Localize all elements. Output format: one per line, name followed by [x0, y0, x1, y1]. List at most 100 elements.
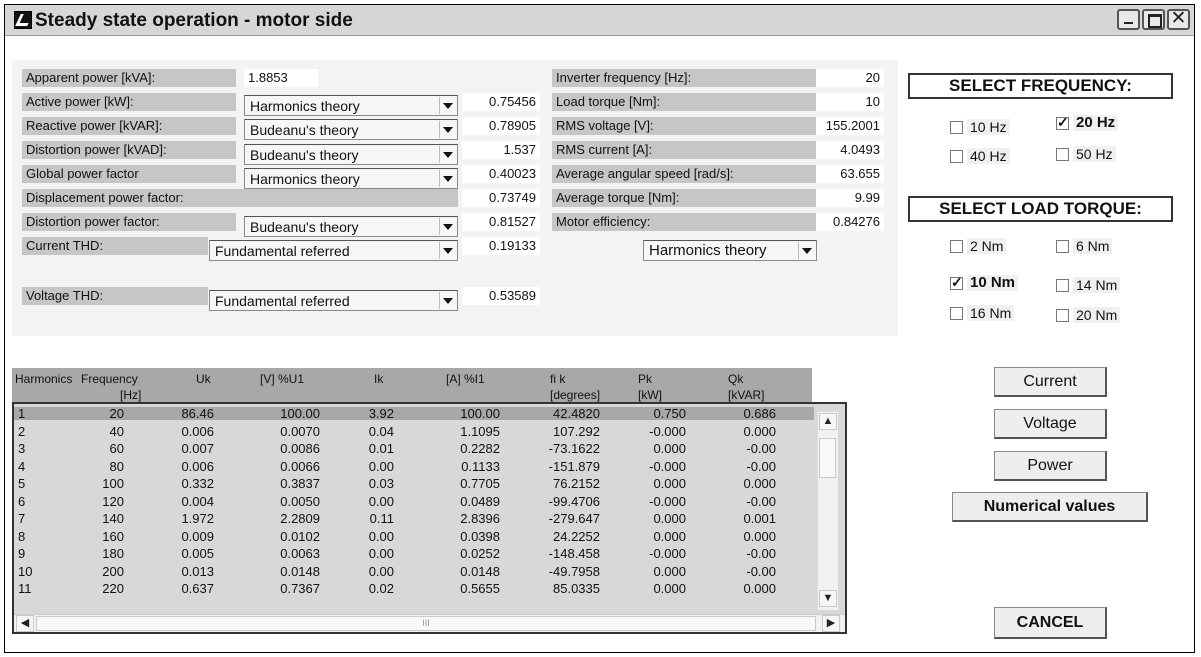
freq-40hz-checkbox[interactable] [950, 150, 963, 163]
freq-20hz-checkbox[interactable] [1056, 114, 1069, 131]
table-cell: 0.000 [653, 581, 686, 596]
select-load-torque-title: SELECT LOAD TORQUE: [908, 196, 1173, 222]
table-cell: -148.458 [548, 546, 600, 561]
torque-2nm-checkbox[interactable] [950, 240, 963, 253]
table-cell: 0.2282 [460, 441, 500, 456]
param-label: Average angular speed [rad/s]: [552, 165, 816, 183]
freq-50hz-checkbox[interactable] [1056, 148, 1069, 161]
checkbox-label: 20 Nm [1073, 307, 1121, 323]
table-row[interactable]: 5 100 0.332 0.3837 0.03 0.7705 76.2152 0.000 0.0… [14, 477, 814, 490]
table-cell: 0.7705 [460, 476, 500, 491]
scroll-left-icon[interactable]: ◀ [16, 615, 34, 632]
table-cell: 7 [18, 511, 26, 526]
table-cell: -279.647 [548, 511, 600, 526]
current-button[interactable]: Current [994, 367, 1107, 397]
table-cell: 0.0148 [280, 563, 320, 579]
table-cell: 0.013 [181, 563, 214, 579]
chevron-down-icon [439, 146, 456, 163]
power-button[interactable]: Power [994, 451, 1107, 481]
table-cell: 0.000 [743, 528, 776, 544]
table-row[interactable]: 1 20 86.46 100.00 3.92 100.00 42.4820 0.750 0.68… [14, 407, 814, 420]
apparent-power-value: 1.8853 [244, 69, 318, 87]
param-label: Current THD: [22, 237, 208, 255]
table-cell: 107.292 [553, 423, 600, 439]
table-row[interactable]: 10 200 0.013 0.0148 0.00 0.0148 -49.7958 0.000 -… [14, 565, 814, 578]
table-row[interactable]: 4 80 0.006 0.0066 0.00 0.1133 -151.879 -0.000 -0… [14, 460, 814, 473]
torque-20nm-checkbox[interactable] [1056, 309, 1069, 322]
freq-10hz-checkbox[interactable] [950, 121, 963, 134]
distortion-pf-method-select[interactable]: Budeanu's theory [244, 216, 458, 237]
table-cell: 2.8396 [460, 511, 500, 526]
distortion-power-method-select[interactable]: Budeanu's theory [244, 144, 458, 165]
global-pf-method-select[interactable]: Harmonics theory [244, 168, 458, 189]
select-frequency-title: SELECT FREQUENCY: [908, 73, 1173, 99]
scroll-down-icon[interactable]: ▼ [819, 590, 837, 607]
table-cell: 2 [18, 423, 26, 439]
table-cell: -0.00 [746, 458, 776, 474]
checkbox-label: 10 Nm [967, 275, 1019, 291]
scroll-right-icon[interactable]: ▶ [822, 615, 840, 632]
chevron-down-icon [439, 292, 456, 309]
maximize-button[interactable] [1142, 9, 1165, 30]
current-thd-method-select[interactable]: Fundamental referred [209, 240, 458, 261]
voltage-button[interactable]: Voltage [994, 409, 1107, 439]
table-cell: 0.0148 [460, 563, 500, 579]
app-icon [14, 11, 32, 29]
table-cell: 4 [18, 458, 26, 474]
table-cell: 5 [18, 476, 26, 491]
table-cell: 3.92 [368, 406, 394, 421]
scroll-up-icon[interactable]: ▲ [819, 413, 837, 430]
table-row[interactable]: 11 220 0.637 0.7367 0.02 0.5655 85.0335 0.000 0.… [14, 582, 814, 595]
param-label: Average torque [Nm]: [552, 189, 816, 207]
table-cell: 140 [102, 511, 124, 526]
table-row[interactable]: 3 60 0.007 0.0086 0.01 0.2282 -73.1622 0.000 -0.… [14, 442, 814, 455]
table-cell: 40 [109, 423, 124, 439]
table-cell: 80 [109, 458, 124, 474]
table-cell: 0.0086 [280, 441, 320, 456]
table-cell: 0.637 [181, 581, 214, 596]
table-cell: 2.2809 [280, 511, 320, 526]
param-label: Inverter frequency [Hz]: [552, 69, 816, 87]
table-cell: 0.02 [368, 581, 394, 596]
column-header: Frequency [81, 372, 138, 386]
table-row[interactable]: 2 40 0.006 0.0070 0.04 1.1095 107.292 -0.000 0.0… [14, 425, 814, 438]
table-cell: 85.0335 [553, 581, 600, 596]
torque-6nm-checkbox[interactable] [1056, 240, 1069, 253]
efficiency-method-select[interactable]: Harmonics theory [643, 240, 817, 261]
table-cell: 1.972 [181, 511, 214, 526]
checkbox-label: 6 Nm [1073, 238, 1113, 254]
table-row[interactable]: 7 140 1.972 2.2809 0.11 2.8396 -279.647 0.000 0.… [14, 512, 814, 525]
table-cell: 0.009 [181, 528, 214, 544]
param-label: Active power [kW]: [22, 93, 236, 111]
active-power-method-select[interactable]: Harmonics theory [244, 95, 458, 116]
scroll-thumb[interactable]: III [36, 616, 816, 631]
minimize-button[interactable] [1117, 9, 1140, 30]
table-cell: -0.00 [746, 563, 776, 579]
active-power-value: 0.75456 [462, 93, 540, 111]
torque-16nm-checkbox[interactable] [950, 307, 963, 320]
column-header: [kW] [638, 388, 662, 402]
scroll-thumb[interactable] [819, 438, 836, 478]
torque-14nm-checkbox[interactable] [1056, 279, 1069, 292]
checkbox-label: 16 Nm [967, 305, 1015, 321]
table-cell: 0.01 [368, 441, 394, 456]
horizontal-scrollbar[interactable]: ◀ III ▶ [14, 614, 845, 632]
reactive-power-method-select[interactable]: Budeanu's theory [244, 119, 458, 140]
table-cell: 100 [102, 476, 124, 491]
table-cell: 0.000 [653, 563, 686, 579]
table-row[interactable]: 8 160 0.009 0.0102 0.00 0.0398 24.2252 0.000 0.0… [14, 530, 814, 543]
close-button[interactable]: ✕ [1167, 9, 1190, 30]
numerical-values-button[interactable]: Numerical values [952, 492, 1148, 522]
table-cell: 0.00 [368, 528, 394, 544]
table-cell: 0.7367 [280, 581, 320, 596]
vertical-scrollbar[interactable]: ▲ ▼ [817, 412, 838, 610]
table-cell: 60 [109, 441, 124, 456]
voltage-thd-method-select[interactable]: Fundamental referred [209, 290, 458, 311]
table-row[interactable]: 9 180 0.005 0.0063 0.00 0.0252 -148.458 -0.000 -… [14, 547, 814, 560]
harmonics-table[interactable]: 1 20 86.46 100.00 3.92 100.00 42.4820 0.750 0.68… [12, 402, 847, 634]
table-cell: 0.0063 [280, 546, 320, 561]
torque-10nm-checkbox[interactable] [950, 274, 963, 291]
table-cell: 76.2152 [553, 476, 600, 491]
cancel-button[interactable]: CANCEL [994, 607, 1107, 639]
table-row[interactable]: 6 120 0.004 0.0050 0.00 0.0489 -99.4706 -0.000 -… [14, 495, 814, 508]
